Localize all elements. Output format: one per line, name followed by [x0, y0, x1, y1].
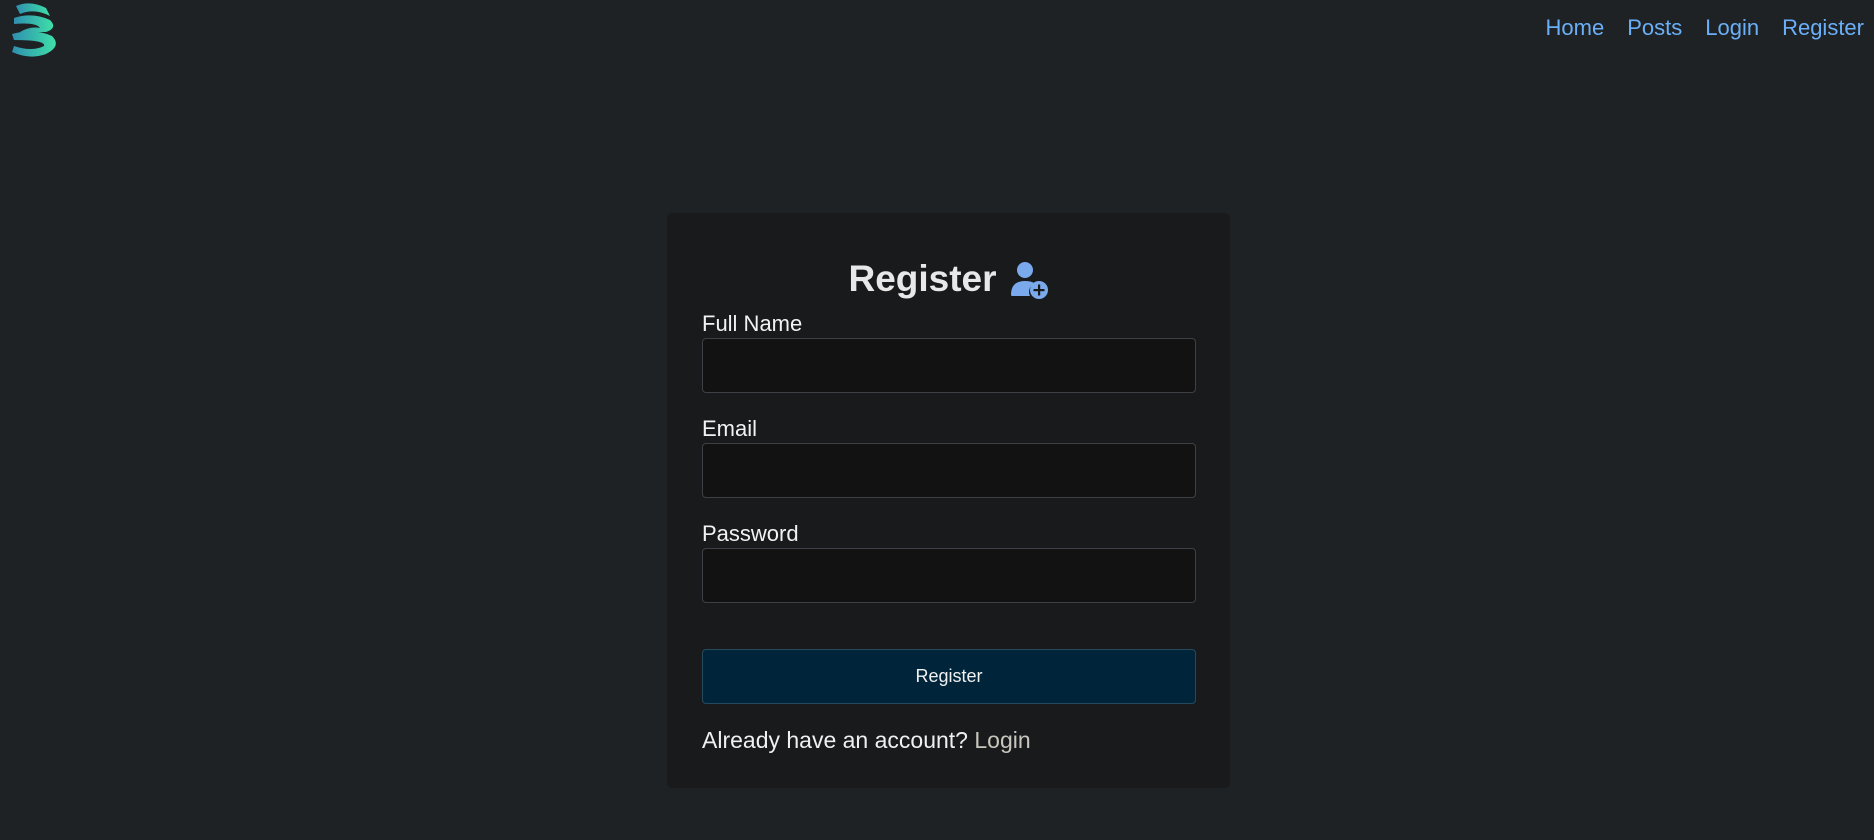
full-name-input[interactable] — [702, 338, 1196, 393]
register-card: Register Full Name Email Password Regist… — [667, 213, 1230, 788]
full-name-label: Full Name — [702, 311, 803, 336]
email-label: Email — [702, 416, 758, 441]
brand-logo-icon[interactable] — [10, 2, 60, 60]
register-header: Register — [667, 257, 1230, 301]
nav-link-register[interactable]: Register — [1782, 12, 1864, 44]
login-link[interactable]: Login — [974, 727, 1030, 753]
nav-link-posts[interactable]: Posts — [1627, 12, 1682, 44]
password-label: Password — [702, 521, 799, 546]
register-submit-button[interactable]: Register — [702, 649, 1196, 704]
page-title: Register — [848, 258, 997, 299]
top-navbar: Home Posts Login Register — [0, 0, 1874, 60]
nav-link-login[interactable]: Login — [1705, 12, 1759, 44]
login-prompt: Already have an account? Login — [702, 726, 1031, 754]
login-prompt-text: Already have an account? — [702, 727, 968, 753]
password-input[interactable] — [702, 548, 1196, 603]
nav-link-home[interactable]: Home — [1546, 12, 1605, 44]
main-nav: Home Posts Login Register — [1546, 12, 1864, 44]
user-plus-icon — [1010, 262, 1048, 299]
email-input[interactable] — [702, 443, 1196, 498]
